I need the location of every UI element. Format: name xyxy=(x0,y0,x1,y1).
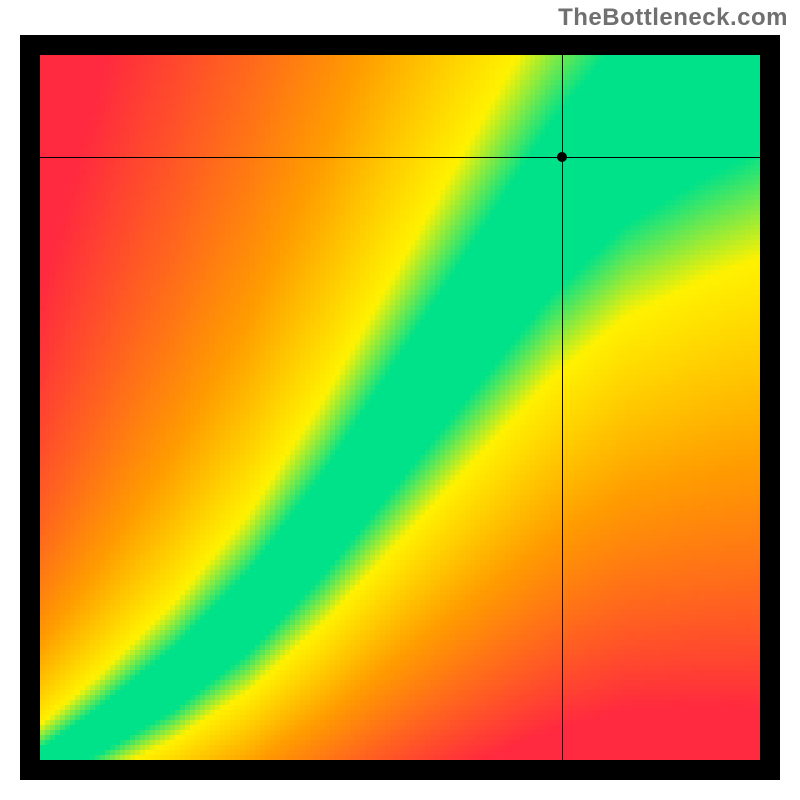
bottleneck-heatmap xyxy=(20,35,780,780)
watermark-text: TheBottleneck.com xyxy=(558,4,788,32)
